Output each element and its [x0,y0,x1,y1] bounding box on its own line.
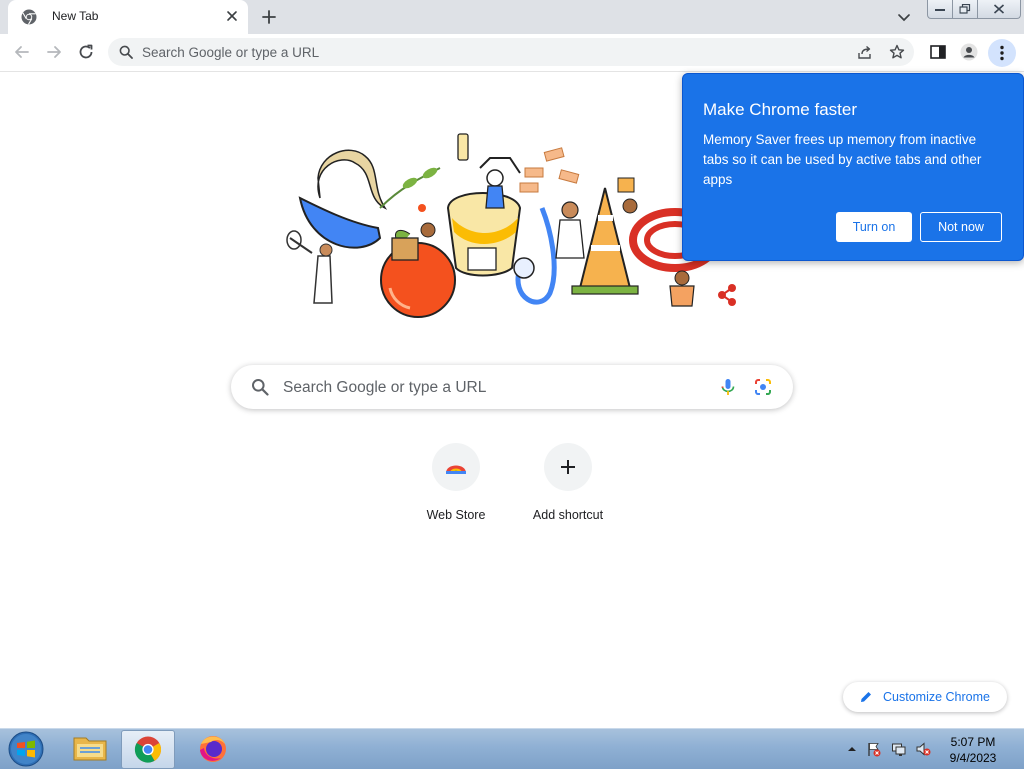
ntp-search-placeholder: Search Google or type a URL [283,379,487,396]
chrome-menu-button[interactable] [988,39,1016,67]
omnibox-placeholder: Search Google or type a URL [142,45,320,60]
back-arrow-icon[interactable] [12,42,32,62]
minimize-icon [935,9,945,11]
side-panel-icon[interactable] [929,43,947,61]
restore-icon [959,4,971,14]
omnibox[interactable]: Search Google or type a URL [108,38,914,66]
close-window-icon [993,4,1005,14]
network-icon[interactable] [891,741,907,757]
doodle-share-icon[interactable] [718,284,736,306]
shortcut-add[interactable]: Add shortcut [512,443,624,533]
show-hidden-icons-arrow-icon[interactable] [844,741,860,757]
search-icon [119,45,133,59]
tab-title: New Tab [52,9,99,23]
taskbar-file-explorer[interactable] [64,730,116,767]
web-store-icon [446,465,466,474]
system-clock[interactable]: 5:07 PM 9/4/2023 [940,734,1006,766]
shortcut-label: Add shortcut [532,508,604,522]
share-icon[interactable] [857,44,873,60]
taskbar-chrome[interactable] [121,730,175,769]
new-tab-plus-icon[interactable] [259,7,279,27]
toolbar: Search Google or type a URL [0,34,1024,72]
promo-body: Memory Saver frees up memory from inacti… [703,132,982,187]
taskbar-firefox[interactable] [187,730,239,767]
voice-search-mic-icon[interactable] [718,377,738,397]
folder-icon [73,737,107,761]
shortcut-web-store[interactable]: Web Store [400,443,512,533]
tab-new-tab[interactable]: New Tab [8,0,248,34]
tab-strip: New Tab [0,0,1024,34]
firefox-icon [200,736,226,762]
shortcut-tile [432,443,480,491]
profile-avatar-icon[interactable] [960,43,978,61]
forward-arrow-icon[interactable] [44,42,64,62]
search-icon [252,379,269,396]
action-center-flag-icon[interactable] [866,741,882,757]
turn-on-button[interactable]: Turn on [836,212,912,242]
customize-chrome-button[interactable]: Customize Chrome [843,682,1007,712]
google-doodle[interactable] [280,128,740,318]
ntp-search-box[interactable]: Search Google or type a URL [231,365,793,409]
close-window-button[interactable] [977,0,1021,19]
not-now-button[interactable]: Not now [920,212,1002,242]
shortcut-tile [544,443,592,491]
bookmark-star-icon[interactable] [889,44,905,60]
memory-saver-promo-bubble: Make Chrome faster Memory Saver frees up… [682,73,1024,261]
plus-icon [561,460,575,474]
close-tab-icon[interactable] [224,8,240,24]
promo-title: Make Chrome faster [703,100,857,119]
restore-button[interactable] [952,0,978,19]
tab-search-chevron-icon[interactable] [896,9,912,25]
shortcut-label: Web Store [426,508,486,522]
pencil-icon [861,692,871,702]
minimize-button[interactable] [927,0,953,19]
volume-muted-icon[interactable] [915,741,931,757]
windows-taskbar: 5:07 PM 9/4/2023 [0,728,1024,769]
chrome-favicon-icon [21,9,37,25]
clock-time: 5:07 PM [950,735,996,749]
three-dots-menu-icon [1000,45,1004,61]
reload-icon[interactable] [76,42,96,62]
chrome-icon [134,736,162,763]
clock-date: 9/4/2023 [949,751,997,765]
customize-chrome-label: Customize Chrome [883,690,990,704]
google-lens-camera-icon[interactable] [753,377,773,397]
windows-start-button-icon[interactable] [6,731,46,767]
